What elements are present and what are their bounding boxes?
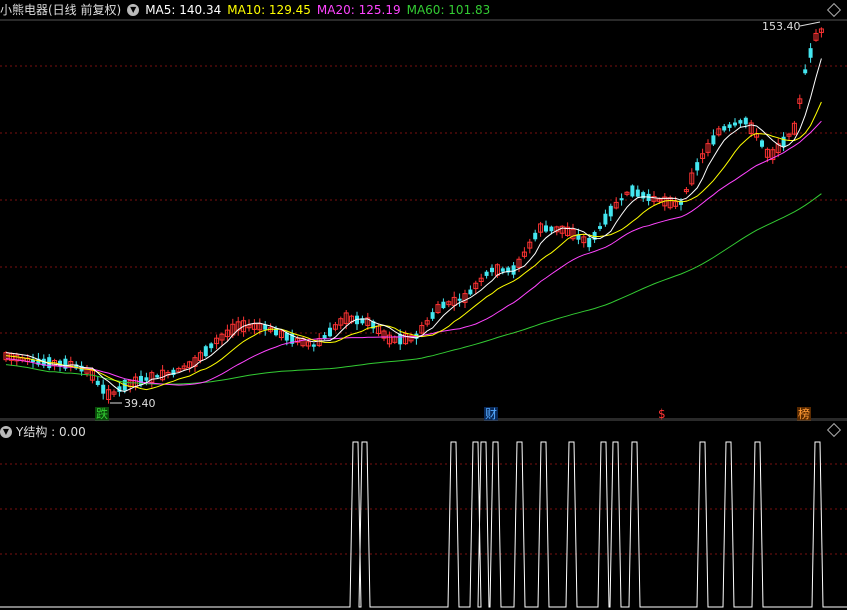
ma5-line [5,58,822,393]
event-marker-drop[interactable]: 跌 [95,407,110,421]
candle-down [781,136,786,147]
high-pointer [799,21,821,27]
candle-down [311,344,316,347]
candle-down [101,384,106,394]
candle-down [722,126,727,131]
low-price-label: 39.40 [124,397,156,410]
ma20-legend: MA20: 125.19 [316,3,401,17]
candle-down [808,48,813,58]
indicator-panel[interactable]: ▼ Y结构 : 0.00 [0,420,847,610]
candle-down [630,185,635,197]
candle-down [544,225,548,232]
candle-down [608,205,613,217]
candle-down [695,162,700,171]
event-marker-finance[interactable]: 财 [484,407,499,421]
candle-down [430,312,435,319]
ma10-legend: MA10: 129.45 [227,3,311,17]
ma60-legend: MA60: 101.83 [406,3,491,17]
candle-down [803,69,808,74]
candle-down [760,140,764,147]
candle-down [549,226,554,232]
chevron-down-icon[interactable]: ▼ [0,426,12,438]
chart-header: 小熊电器(日线 前复权) ▼ MA5: 140.34 MA10: 129.45 … [0,0,496,20]
candle-down [727,124,732,128]
y-structure-line [0,441,847,608]
candle-down [533,232,538,240]
event-marker-ranking[interactable]: 榜 [797,407,812,421]
indicator-header: ▼ Y结构 : 0.00 [0,423,86,441]
candle-down [587,238,592,248]
candle-down [328,327,332,337]
candle-down [203,346,208,357]
candles [3,27,824,404]
candle-down [484,271,489,276]
candle-down [743,117,748,125]
kline-panel[interactable]: 小熊电器(日线 前复权) ▼ MA5: 140.34 MA10: 129.45 … [0,0,847,421]
candle-down [457,298,462,301]
candle-down [468,289,473,295]
candle-down [490,267,494,273]
chevron-down-icon[interactable]: ▼ [127,4,140,16]
indicator-chart[interactable] [0,420,847,610]
candle-down [441,301,446,309]
candle-down [711,135,716,145]
candle-down [144,377,149,381]
candle-down [500,268,505,272]
kline-chart[interactable] [0,0,847,420]
candle-down [635,189,640,197]
candle-down [619,198,624,201]
candle-down [209,343,214,349]
candle-down [738,120,743,124]
indicator-label: Y结构 : 0.00 [16,425,86,439]
ma20-line [5,120,822,386]
ma60-line [5,193,822,385]
candle-down [598,226,602,229]
event-marker-dollar[interactable]: $ [657,407,667,421]
ma5-legend: MA5: 140.34 [145,3,222,17]
high-price-label: 153.40 [762,20,801,33]
candle-down [95,380,100,385]
candle-down [733,122,737,126]
stock-title: 小熊电器(日线 前复权) [0,3,122,17]
candle-down [155,375,160,378]
candle-down [603,213,608,225]
ma10-line [5,101,822,391]
